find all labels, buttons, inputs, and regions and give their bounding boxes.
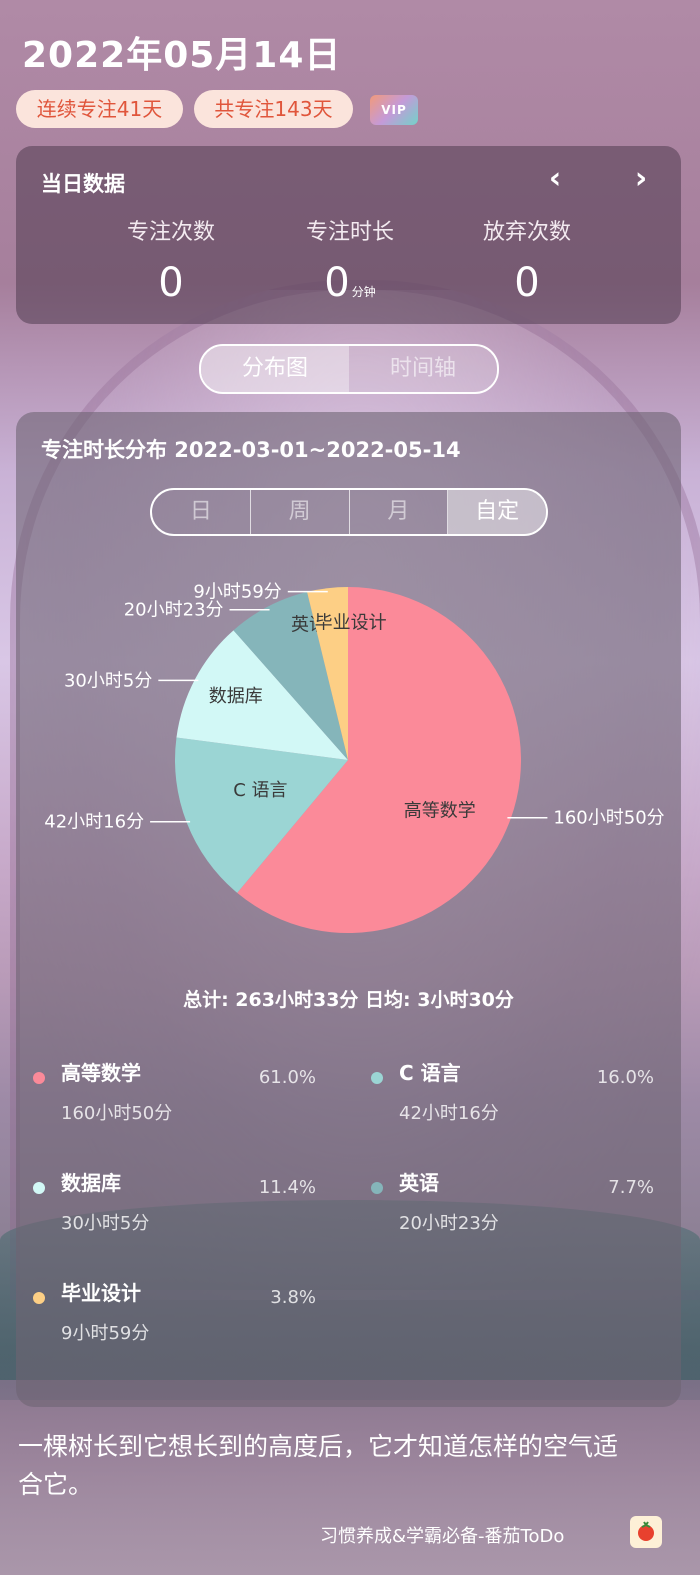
tomato-icon <box>638 1521 654 1541</box>
pie-value-label: 30小时5分 <box>64 670 152 691</box>
legend-dot <box>371 1182 383 1194</box>
legend-item: 毕业设计 3.8% 9小时59分 <box>16 1277 316 1357</box>
distribution-title: 专注时长分布 2022-03-01~2022-05-14 <box>41 438 461 462</box>
legend-dot <box>33 1182 45 1194</box>
legend-percent: 16.0% <box>596 1067 654 1088</box>
legend-duration: 9小时59分 <box>61 1323 150 1344</box>
legend-duration: 160小时50分 <box>61 1103 173 1124</box>
focus-duration-unit: 分钟 <box>351 285 376 299</box>
distribution-card: 专注时长分布 2022-03-01~2022-05-14 日 周 月 自定 高等… <box>16 412 681 1407</box>
legend-item: 英语 7.7% 20小时23分 <box>354 1167 654 1247</box>
tab-week[interactable]: 周 <box>251 490 350 534</box>
tab-day[interactable]: 日 <box>152 490 251 534</box>
vip-badge[interactable]: VIP <box>370 95 418 125</box>
summary-text: 总计: 263小时33分 日均: 3小时30分 <box>183 989 514 1011</box>
legend-item: 高等数学 61.0% 160小时50分 <box>16 1057 316 1137</box>
focus-duration-value: 0 <box>324 260 350 306</box>
date-title: 2022年05月14日 <box>22 35 342 76</box>
legend-percent: 61.0% <box>258 1067 316 1088</box>
quote-text: 一棵树长到它想长到的高度后，它才知道怎样的空气适合它。 <box>18 1432 619 1499</box>
pie-value-label: 9小时59分 <box>193 582 281 603</box>
pie-chart: 高等数学 160小时50分C 语言42小时16分数据库30小时5分英语20小时23… <box>44 582 665 933</box>
pie-category-label: C 语言 <box>233 780 287 801</box>
legend-percent: 3.8% <box>270 1287 316 1308</box>
focus-count-value: 0 <box>158 260 184 306</box>
legend-name: 英语 <box>399 1171 439 1195</box>
legend-duration: 30小时5分 <box>61 1213 150 1234</box>
give-up-count-label: 放弃次数 <box>482 220 571 245</box>
tomato-app-icon[interactable] <box>630 1516 662 1548</box>
footer-text: 习惯养成&学霸必备-番茄ToDo <box>320 1526 565 1547</box>
tab-month[interactable]: 月 <box>350 490 449 534</box>
view-tab-switch: 分布图 时间轴 <box>199 344 499 394</box>
legend-item: 数据库 11.4% 30小时5分 <box>16 1167 316 1247</box>
period-tab-switch: 日 周 月 自定 <box>150 488 548 536</box>
focus-count-label: 专注次数 <box>126 220 215 245</box>
pie-category-label: 数据库 <box>209 686 263 707</box>
legend-name: C 语言 <box>399 1061 461 1085</box>
legend-duration: 42小时16分 <box>399 1103 499 1124</box>
daily-stats-card: 当日数据 ‹ › 专注次数 0 专注时长 0 分钟 放弃次数 0 <box>16 146 681 324</box>
legend-dot <box>33 1292 45 1304</box>
total-days-badge: 共专注143天 <box>194 90 353 128</box>
give-up-count-stat: 放弃次数 0 <box>427 214 627 306</box>
focus-duration-stat: 专注时长 0 分钟 <box>250 214 450 306</box>
legend-name: 高等数学 <box>61 1061 141 1085</box>
legend-percent: 11.4% <box>258 1177 316 1198</box>
legend-dot <box>33 1072 45 1084</box>
focus-count-stat: 专注次数 0 <box>71 214 271 306</box>
focus-duration-label: 专注时长 <box>305 220 394 245</box>
pie-value-label: 20小时23分 <box>124 600 224 621</box>
legend-duration: 20小时23分 <box>399 1213 499 1234</box>
pie-value-label: 42小时16分 <box>44 812 144 833</box>
pie-category-label: 毕业设计 <box>315 612 387 633</box>
tab-distribution[interactable]: 分布图 <box>201 346 349 392</box>
prev-day-icon[interactable]: ‹ <box>540 164 570 194</box>
tab-custom[interactable]: 自定 <box>448 490 546 534</box>
legend-name: 数据库 <box>61 1171 121 1195</box>
next-day-icon[interactable]: › <box>626 164 656 194</box>
legend-percent: 7.7% <box>608 1177 654 1198</box>
tab-timeline[interactable]: 时间轴 <box>349 346 497 392</box>
legend-dot <box>371 1072 383 1084</box>
pie-category-label: 高等数学 <box>404 800 476 821</box>
give-up-count-value: 0 <box>514 260 540 306</box>
legend-item: C 语言 16.0% 42小时16分 <box>354 1057 654 1137</box>
streak-badge: 连续专注41天 <box>16 90 183 128</box>
daily-stats-title: 当日数据 <box>41 172 125 196</box>
pie-value-label: 160小时50分 <box>553 808 664 829</box>
legend-name: 毕业设计 <box>61 1281 141 1305</box>
